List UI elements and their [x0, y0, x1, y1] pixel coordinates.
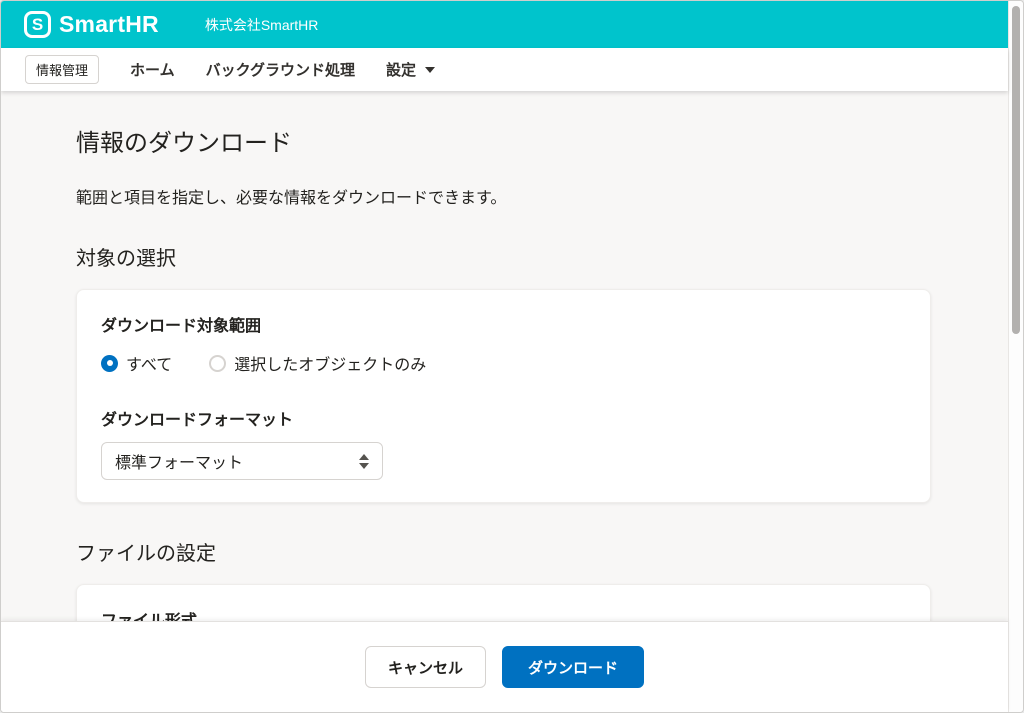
download-range-radio-group: すべて 選択したオブジェクトのみ [101, 351, 906, 375]
app-nav: 情報管理 ホーム バックグラウンド処理 設定 [1, 48, 1008, 91]
nav-item-background-jobs[interactable]: バックグラウンド処理 [206, 59, 355, 80]
radio-icon [209, 354, 227, 372]
browser-window: S SmartHR 株式会社SmartHR 情報管理 ホーム バックグラウンド処… [0, 0, 1024, 713]
section-heading-target: 対象の選択 [76, 248, 176, 270]
smarthr-logo-icon: S [24, 11, 51, 38]
download-format-label: ダウンロードフォーマット [101, 412, 294, 429]
page-description: 範囲と項目を指定し、必要な情報をダウンロードできます。 [76, 190, 507, 207]
nav-item-settings[interactable]: 設定 [386, 59, 435, 80]
logo-letter: S [31, 15, 44, 34]
target-selection-card: ダウンロード対象範囲 すべて 選択したオブジェクトのみ ダウンロードフォーマット… [76, 289, 931, 503]
page: S SmartHR 株式会社SmartHR 情報管理 ホーム バックグラウンド処… [1, 1, 1008, 712]
scrollbar-thumb[interactable] [1012, 6, 1020, 334]
brand-name: SmartHR [59, 11, 159, 37]
company-name: 株式会社SmartHR [204, 16, 319, 33]
chevron-down-icon [425, 66, 435, 73]
cancel-button[interactable]: キャンセル [364, 646, 486, 688]
file-format-label: ファイル形式 [101, 607, 906, 621]
app-header: S SmartHR 株式会社SmartHR [1, 1, 1008, 48]
radio-option-all[interactable]: すべて [101, 351, 172, 375]
radio-option-selected-objects-label: 選択したオブジェクトのみ [234, 357, 427, 374]
download-range-label: ダウンロード対象範囲 [101, 318, 262, 335]
radio-option-all-label: すべて [126, 357, 173, 374]
radio-icon [101, 354, 118, 372]
download-format-select-value: 標準フォーマット [115, 455, 244, 472]
scrollbar[interactable] [1008, 1, 1023, 712]
download-format-select[interactable]: 標準フォーマット [101, 442, 383, 480]
radio-option-selected-objects[interactable]: 選択したオブジェクトのみ [209, 351, 426, 375]
main-content: 情報のダウンロード 範囲と項目を指定し、必要な情報をダウンロードできます。 対象… [1, 91, 1008, 621]
select-updown-icon [359, 453, 369, 469]
download-button[interactable]: ダウンロード [502, 646, 645, 688]
page-title: 情報のダウンロード [76, 130, 292, 157]
nav-item-settings-label: 設定 [385, 62, 416, 79]
triangle-down-icon [359, 462, 369, 469]
triangle-up-icon [359, 453, 369, 460]
smarthr-home-link[interactable]: S SmartHR [24, 11, 159, 38]
file-settings-card: ファイル形式 CSV Microsoft Excel [76, 584, 931, 621]
app-badge-information-management[interactable]: 情報管理 [25, 55, 100, 84]
nav-item-home[interactable]: ホーム [130, 59, 175, 80]
section-heading-file: ファイルの設定 [76, 543, 216, 565]
action-footer: キャンセル ダウンロード [1, 621, 1008, 712]
